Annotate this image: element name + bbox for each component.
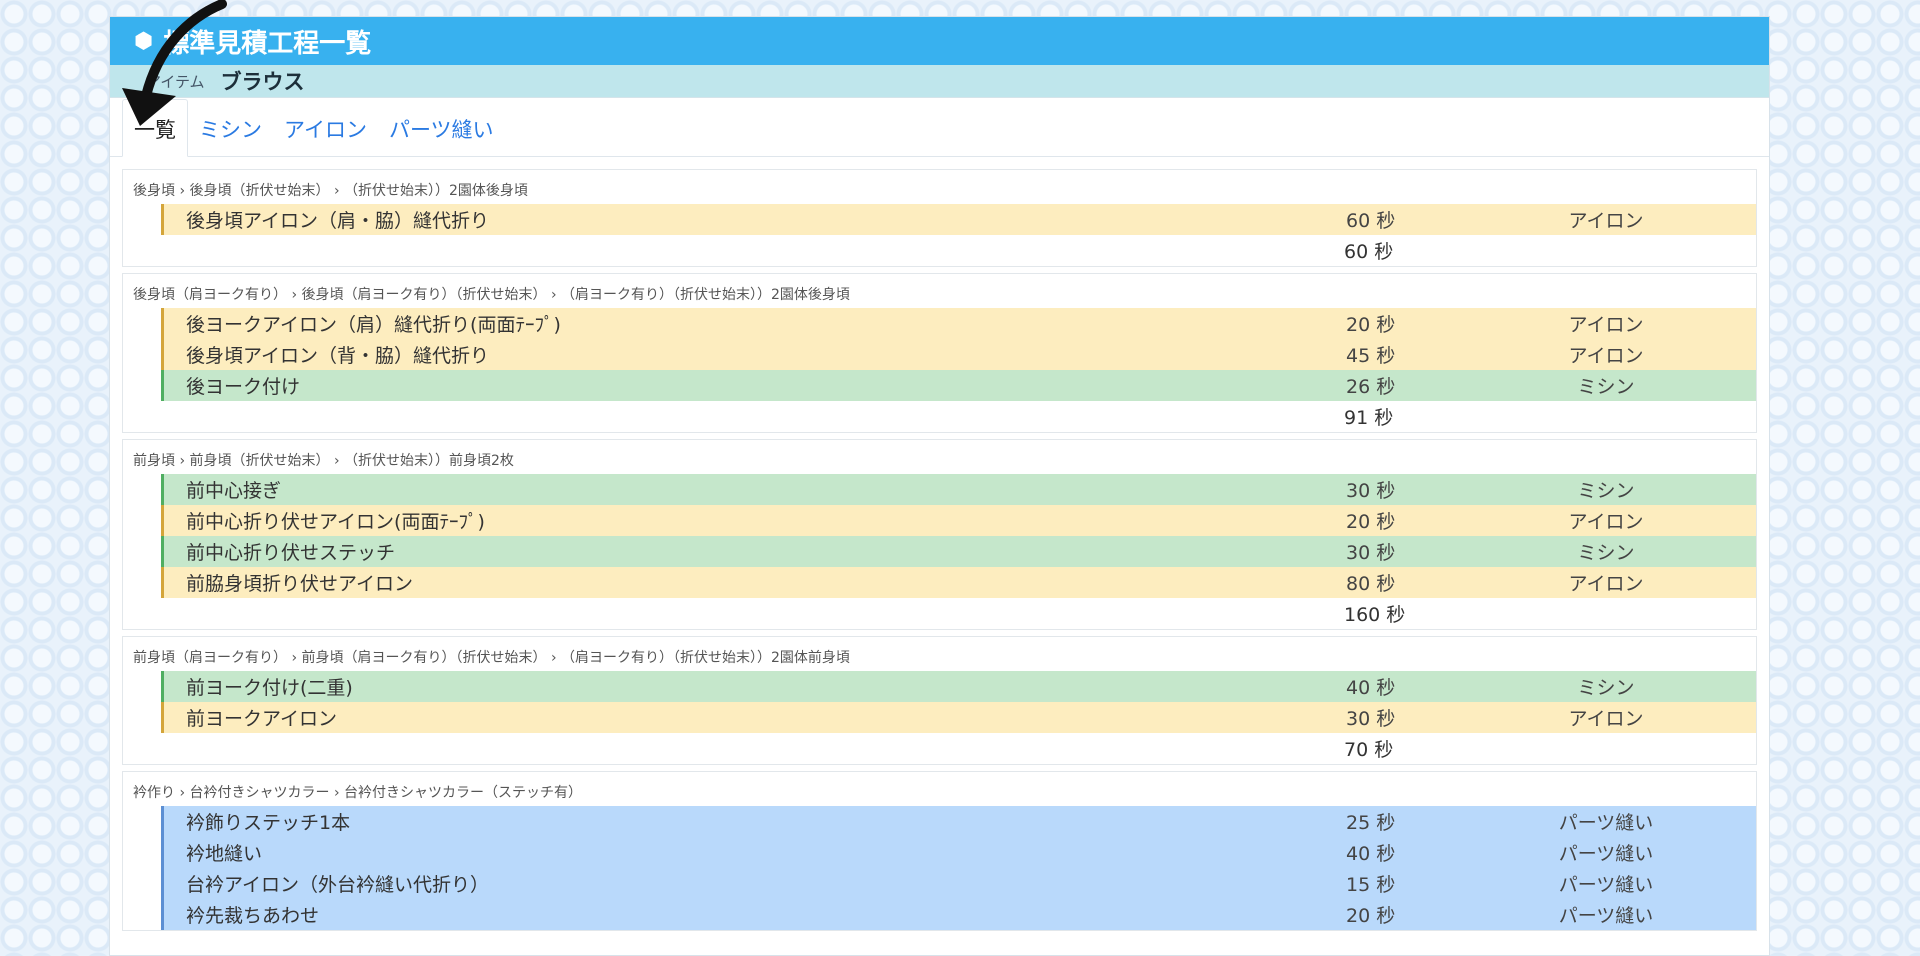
process-time: 30 秒 xyxy=(1346,480,1396,502)
item-bar: アイテム ブラウス xyxy=(110,65,1769,98)
process-kind: アイロン xyxy=(1568,708,1644,730)
process-name: 前ヨークアイロン xyxy=(186,708,338,730)
group-path: 衿作り › 台衿付きシャツカラー › 台衿付きシャツカラー（ステッチ有） xyxy=(133,785,582,801)
tab-bar: 一覧 ミシン アイロン パーツ縫い xyxy=(110,98,1769,157)
tab-iron[interactable]: アイロン xyxy=(273,114,378,156)
process-row: 前中心折り伏せステッチ 30 秒 ミシン xyxy=(161,536,1756,567)
process-row: 前ヨーク付け(二重) 40 秒 ミシン xyxy=(161,671,1756,702)
process-list: 後身頃 › 後身頃（折伏せ始末） › （折伏せ始末））2園体後身頃後身頃アイロン… xyxy=(110,157,1769,931)
group-path: 後身頃（肩ヨーク有り） › 後身頃（肩ヨーク有り）（折伏せ始末） › （肩ヨーク… xyxy=(133,287,850,303)
process-row: 台衿アイロン（外台衿縫い代折り） 15 秒 パーツ縫い xyxy=(161,868,1756,899)
process-kind: パーツ縫い xyxy=(1558,843,1654,865)
tab-parts[interactable]: パーツ縫い xyxy=(378,114,505,156)
process-kind: アイロン xyxy=(1568,573,1644,595)
group-total: 70 秒 xyxy=(123,733,1756,764)
process-group: 前身頃 › 前身頃（折伏せ始末） › （折伏せ始末））前身頃2枚前中心接ぎ 30 … xyxy=(122,439,1757,630)
group-total-time: 91 秒 xyxy=(1344,407,1394,429)
process-row: 後身頃アイロン（肩・脇）縫代折り 60 秒 アイロン xyxy=(161,204,1756,235)
group-total-time: 60 秒 xyxy=(1344,241,1394,263)
process-row: 後ヨーク付け 26 秒 ミシン xyxy=(161,370,1756,401)
process-name: 後ヨーク付け xyxy=(186,376,301,398)
process-group: 後身頃（肩ヨーク有り） › 後身頃（肩ヨーク有り）（折伏せ始末） › （肩ヨーク… xyxy=(122,273,1757,433)
process-kind: ミシン xyxy=(1577,376,1635,398)
process-name: 台衿アイロン（外台衿縫い代折り） xyxy=(186,874,490,896)
process-kind: ミシン xyxy=(1577,677,1635,699)
process-row: 前中心折り伏せアイロン(両面ﾃｰﾌﾟ) 20 秒 アイロン xyxy=(161,505,1756,536)
process-time: 80 秒 xyxy=(1346,573,1396,595)
group-path: 前身頃（肩ヨーク有り） › 前身頃（肩ヨーク有り）（折伏せ始末） › （肩ヨーク… xyxy=(133,650,850,666)
process-kind: ミシン xyxy=(1577,480,1635,502)
process-kind: ミシン xyxy=(1577,542,1635,564)
process-time: 60 秒 xyxy=(1346,210,1396,232)
group-path: 後身頃 › 後身頃（折伏せ始末） › （折伏せ始末））2園体後身頃 xyxy=(133,183,528,199)
process-row: 前中心接ぎ 30 秒 ミシン xyxy=(161,474,1756,505)
group-total-time: 160 秒 xyxy=(1344,604,1406,626)
process-name: 前中心接ぎ xyxy=(186,480,282,502)
process-name: 後身頃アイロン（背・脇）縫代折り xyxy=(186,345,490,367)
process-name: 衿地縫い xyxy=(186,843,263,865)
group-total: 60 秒 xyxy=(123,235,1756,266)
process-group: 後身頃 › 後身頃（折伏せ始末） › （折伏せ始末））2園体後身頃後身頃アイロン… xyxy=(122,169,1757,267)
process-row: 衿地縫い 40 秒 パーツ縫い xyxy=(161,837,1756,868)
process-name: 後身頃アイロン（肩・脇）縫代折り xyxy=(186,210,490,232)
process-group: 前身頃（肩ヨーク有り） › 前身頃（肩ヨーク有り）（折伏せ始末） › （肩ヨーク… xyxy=(122,636,1757,765)
process-row: 後身頃アイロン（背・脇）縫代折り 45 秒 アイロン xyxy=(161,339,1756,370)
process-name: 前中心折り伏せステッチ xyxy=(186,542,396,564)
process-kind: パーツ縫い xyxy=(1558,812,1654,834)
process-group: 衿作り › 台衿付きシャツカラー › 台衿付きシャツカラー（ステッチ有） 衿飾りス… xyxy=(122,771,1757,931)
item-value: ブラウス xyxy=(220,70,305,94)
process-time: 45 秒 xyxy=(1346,345,1396,367)
group-total: 91 秒 xyxy=(123,401,1756,432)
process-kind: アイロン xyxy=(1568,314,1644,336)
process-row: 衿飾りステッチ1本 25 秒 パーツ縫い xyxy=(161,806,1756,837)
process-panel: ⬢ 標準見積工程一覧 アイテム ブラウス 一覧 ミシン アイロン パーツ縫い 後… xyxy=(109,16,1770,956)
process-time: 25 秒 xyxy=(1346,812,1396,834)
process-time: 40 秒 xyxy=(1346,843,1396,865)
process-time: 20 秒 xyxy=(1346,314,1396,336)
process-name: 衿飾りステッチ1本 xyxy=(186,812,351,834)
process-kind: パーツ縫い xyxy=(1558,905,1654,927)
process-kind: パーツ縫い xyxy=(1558,874,1654,896)
process-time: 30 秒 xyxy=(1346,708,1396,730)
process-kind: アイロン xyxy=(1568,210,1644,232)
group-total-time: 70 秒 xyxy=(1344,739,1394,761)
process-name: 後ヨークアイロン（肩）縫代折り(両面ﾃｰﾌﾟ) xyxy=(186,314,561,336)
process-name: 前脇身頃折り伏せアイロン xyxy=(186,573,414,595)
process-name: 前ヨーク付け(二重) xyxy=(186,677,353,699)
page-header: ⬢ 標準見積工程一覧 xyxy=(110,17,1769,65)
pointer-arrow-icon xyxy=(122,0,227,126)
process-time: 40 秒 xyxy=(1346,677,1396,699)
process-name: 前中心折り伏せアイロン(両面ﾃｰﾌﾟ) xyxy=(186,511,485,533)
group-total: 160 秒 xyxy=(123,598,1756,629)
process-row: 前脇身頃折り伏せアイロン 80 秒 アイロン xyxy=(161,567,1756,598)
process-kind: アイロン xyxy=(1568,345,1644,367)
process-kind: アイロン xyxy=(1568,511,1644,533)
process-time: 20 秒 xyxy=(1346,905,1396,927)
process-time: 30 秒 xyxy=(1346,542,1396,564)
process-time: 20 秒 xyxy=(1346,511,1396,533)
process-row: 衿先裁ちあわせ 20 秒 パーツ縫い xyxy=(161,899,1756,930)
process-time: 15 秒 xyxy=(1346,874,1396,896)
group-path: 前身頃 › 前身頃（折伏せ始末） › （折伏せ始末））前身頃2枚 xyxy=(133,453,514,469)
process-name: 衿先裁ちあわせ xyxy=(186,905,320,927)
process-row: 前ヨークアイロン 30 秒 アイロン xyxy=(161,702,1756,733)
process-row: 後ヨークアイロン（肩）縫代折り(両面ﾃｰﾌﾟ) 20 秒 アイロン xyxy=(161,308,1756,339)
process-time: 26 秒 xyxy=(1346,376,1396,398)
